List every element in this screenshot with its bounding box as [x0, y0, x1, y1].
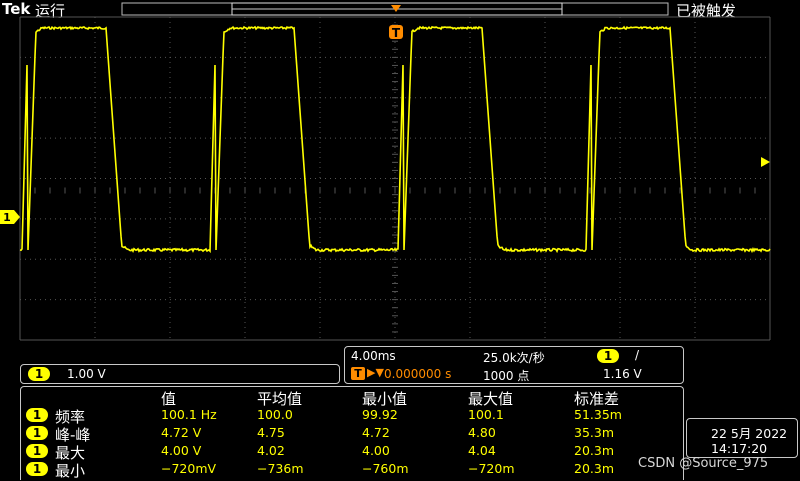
meas-value: 4.72 V [161, 425, 202, 440]
meas-header-max: 最大值 [468, 390, 514, 408]
trigger-t-icon: T [351, 367, 365, 380]
meas-max: 4.04 [468, 443, 496, 458]
meas-value: −720mV [161, 461, 217, 476]
clock-time: 14:17:20 [711, 441, 768, 456]
meas-mean: 4.02 [257, 443, 285, 458]
channel-badge: 1 [28, 367, 50, 381]
meas-min: 99.92 [362, 407, 398, 422]
meas-header-std: 标准差 [574, 390, 620, 408]
svg-text:1: 1 [3, 211, 11, 224]
meas-min: 4.00 [362, 443, 390, 458]
clock-panel: 22 5月 2022 14:17:20 [686, 418, 798, 458]
meas-max: −720m [468, 461, 515, 476]
sample-rate: 25.0k次/秒 [483, 351, 545, 365]
meas-channel-badge: 1 [26, 426, 48, 440]
meas-std: 35.3m [574, 425, 615, 440]
record-length: 1000 点 [483, 369, 530, 383]
meas-name: 最小 [55, 462, 86, 480]
meas-min: −760m [362, 461, 409, 476]
meas-std: 20.3m [574, 461, 615, 476]
meas-header-mean: 平均值 [257, 390, 303, 408]
meas-std: 20.3m [574, 443, 615, 458]
meas-mean: 100.0 [257, 407, 293, 422]
meas-mean: −736m [257, 461, 304, 476]
trigger-arrow-icon: ▶▼ [367, 366, 384, 379]
horizontal-scale: 4.00ms [351, 349, 396, 363]
channel-scale: 1.00 V [67, 367, 106, 381]
meas-min: 4.72 [362, 425, 390, 440]
meas-channel-badge: 1 [26, 462, 48, 476]
meas-channel-badge: 1 [26, 444, 48, 458]
trigger-level-marker [761, 157, 770, 167]
trigger-marker-label: T [392, 26, 401, 40]
channel-1-ground-marker: 1 [0, 210, 20, 224]
channel-scale-panel[interactable]: 1 1.00 V [20, 364, 340, 384]
meas-std: 51.35m [574, 407, 622, 422]
meas-max: 100.1 [468, 407, 504, 422]
meas-value: 4.00 V [161, 443, 202, 458]
meas-header-value: 值 [161, 390, 177, 408]
meas-header-min: 最小值 [362, 390, 408, 408]
meas-mean: 4.75 [257, 425, 285, 440]
trigger-slope-icon: / [635, 348, 640, 362]
trigger-position: 0.000000 s [384, 367, 452, 381]
meas-channel-badge: 1 [26, 408, 48, 422]
trigger-position-marker: T [389, 5, 403, 40]
watermark: CSDN @Source_975 [638, 456, 769, 471]
timebase-panel[interactable]: 4.00ms 25.0k次/秒 1 / T ▶▼ 0.000000 s 1000… [344, 346, 684, 384]
meas-max: 4.80 [468, 425, 496, 440]
trigger-level: 1.16 V [603, 367, 642, 381]
clock-date: 22 5月 2022 [711, 426, 788, 441]
meas-value: 100.1 Hz [161, 407, 217, 422]
trigger-source-badge: 1 [597, 349, 619, 363]
